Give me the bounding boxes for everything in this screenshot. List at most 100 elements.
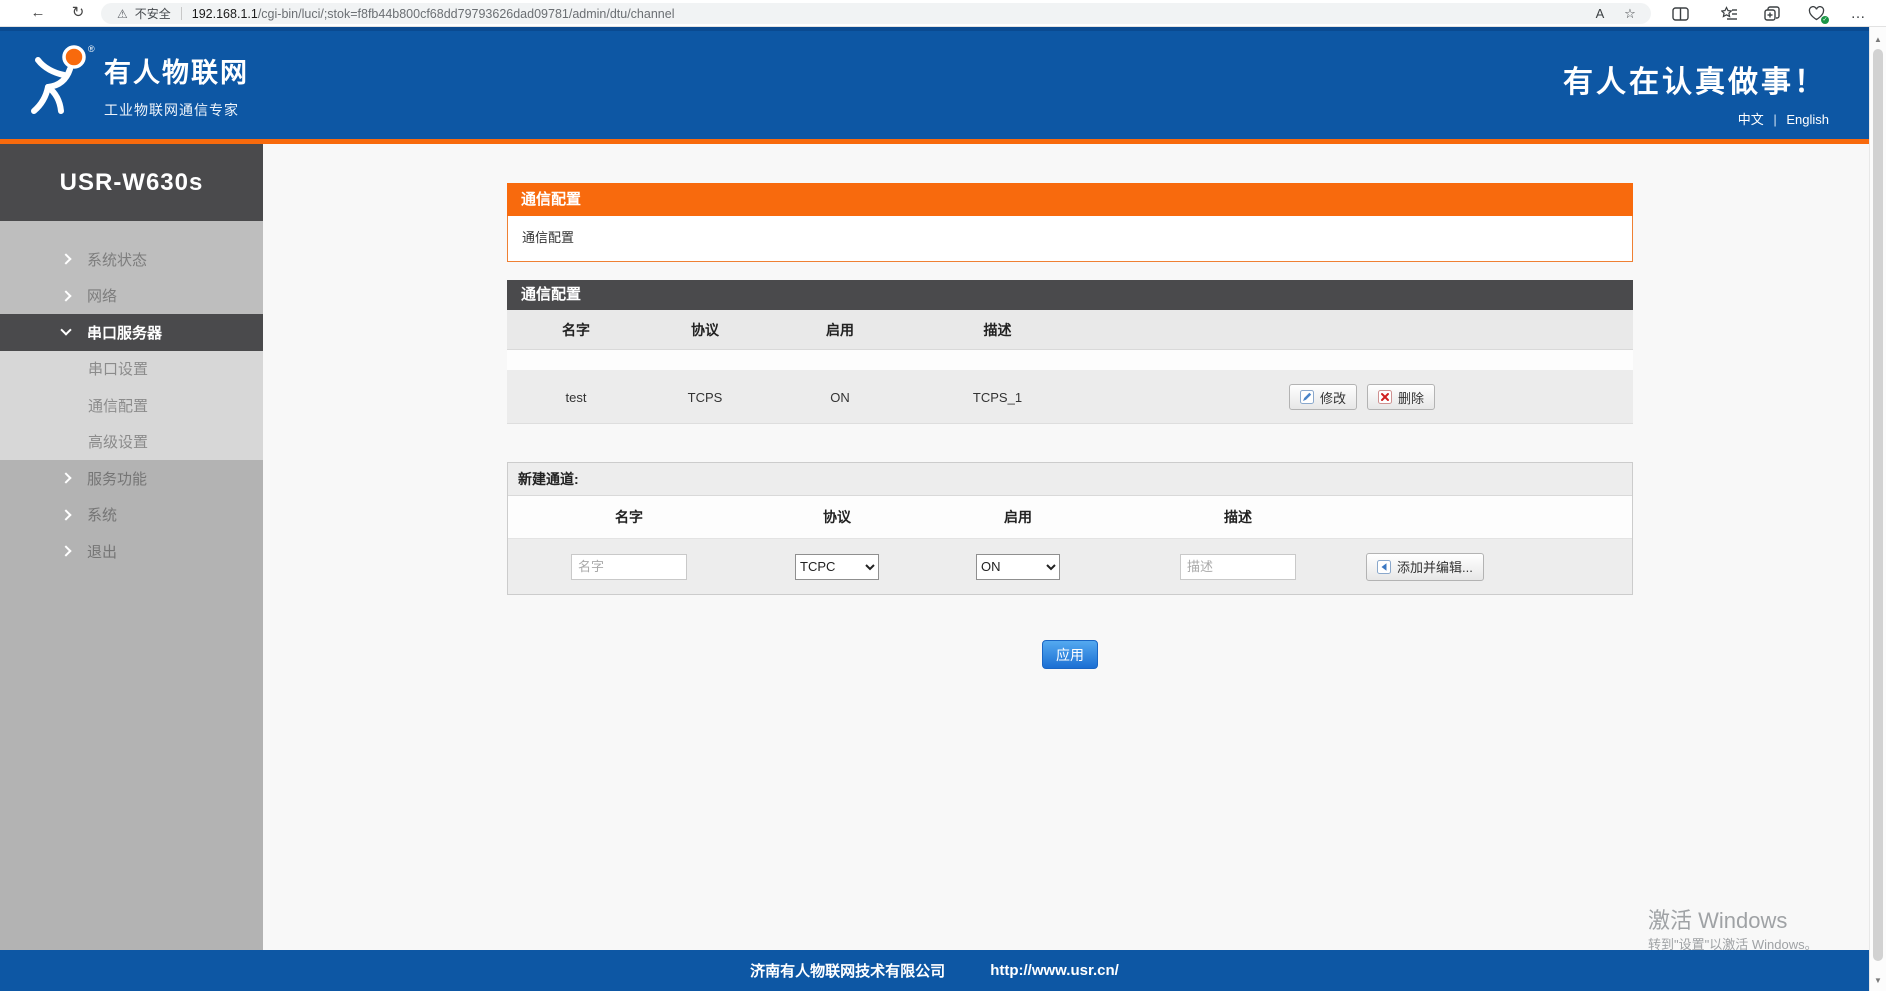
address-divider [181, 7, 182, 20]
cell-description: TCPS_1 [915, 390, 1080, 405]
sidebar-item-label: 系统 [87, 504, 117, 525]
delete-button[interactable]: 删除 [1367, 384, 1435, 410]
new-channel-input-row: TCPC ON 添加并编辑... [508, 539, 1632, 594]
new-channel-box: 新建通道: 名字 协议 启用 描述 TCPC ON 添加并编辑... [507, 462, 1633, 595]
cell-name: test [507, 390, 645, 405]
sidebar-item-logout[interactable]: 退出 [0, 533, 263, 570]
sidebar-item-label: 串口设置 [88, 358, 148, 379]
description-input[interactable] [1180, 554, 1296, 580]
device-model: USR-W630s [0, 144, 263, 221]
lang-separator: | [1773, 112, 1776, 127]
chevron-down-icon [60, 325, 71, 336]
add-edit-button[interactable]: 添加并编辑... [1366, 553, 1484, 581]
delete-x-icon [1378, 390, 1392, 404]
sidebar-item-comm-config[interactable]: 通信配置 [0, 387, 263, 424]
browser-window: ← ↻ ⚠ 不安全 192.168.1.1/cgi-bin/luci/;stok… [0, 0, 1886, 991]
edit-pencil-icon [1300, 390, 1314, 404]
warning-icon: ⚠ [117, 7, 128, 21]
favorite-star-icon[interactable]: ☆ [1615, 6, 1645, 22]
new-channel-header-row: 名字 协议 启用 描述 [508, 496, 1632, 539]
cell-actions: 修改 删除 [1080, 384, 1633, 410]
chevron-right-icon [60, 254, 71, 265]
vertical-scrollbar[interactable]: ▲ ▼ [1869, 27, 1886, 991]
footer-company: 济南有人物联网技术有限公司 [750, 960, 945, 981]
cell-enabled: ON [765, 390, 915, 405]
table-empty-row [507, 350, 1633, 371]
collections-icon[interactable] [1757, 2, 1787, 25]
scroll-up-icon[interactable]: ▲ [1870, 35, 1886, 44]
url-host: 192.168.1.1 [192, 7, 258, 21]
edit-button[interactable]: 修改 [1289, 384, 1357, 410]
col-enabled: 启用 [765, 320, 915, 340]
browser-essentials-icon[interactable]: ✓ [1801, 2, 1831, 25]
protocol-select[interactable]: TCPC [795, 554, 879, 580]
scrollbar-thumb[interactable] [1873, 49, 1883, 961]
page-title: 通信配置 [507, 183, 1633, 216]
language-switch: 中文 | English [1738, 109, 1829, 128]
site-header: ® 有人物联网 工业物联网通信专家 有人在认真做事！ 中文 | English [0, 27, 1869, 139]
registered-mark: ® [88, 44, 95, 54]
col-name: 名字 [507, 320, 645, 340]
brand-title: 有人物联网 [104, 51, 249, 90]
main-content: 通信配置 通信配置 通信配置 名字 协议 启用 描述 test TCPS ON … [263, 144, 1869, 950]
footer-website-link[interactable]: http://www.usr.cn/ [990, 962, 1119, 979]
sidebar-item-label: 高级设置 [88, 431, 148, 452]
sidebar-item-serial-server[interactable]: 串口服务器 [0, 314, 263, 351]
cell-protocol: TCPS [645, 390, 765, 405]
enable-select[interactable]: ON [976, 554, 1060, 580]
sidebar-item-system-status[interactable]: 系统状态 [0, 241, 263, 278]
col-enabled: 启用 [924, 507, 1112, 527]
sidebar-nav: USR-W630s 系统状态 网络 串口服务器 串口设置 通信配置 高级设置 服… [0, 144, 263, 950]
chevron-right-icon [60, 290, 71, 301]
col-protocol: 协议 [645, 320, 765, 340]
scroll-down-icon[interactable]: ▼ [1870, 976, 1886, 985]
new-channel-title: 新建通道: [508, 463, 1632, 496]
sidebar-item-label: 系统状态 [87, 249, 147, 270]
lang-zh-link[interactable]: 中文 [1738, 112, 1764, 127]
sidebar-item-network[interactable]: 网络 [0, 278, 263, 315]
menu-spacer [0, 221, 263, 241]
lang-en-link[interactable]: English [1786, 112, 1829, 127]
url-path: /cgi-bin/luci/;stok=f8fb44b800cf68dd7979… [258, 7, 675, 21]
sidebar-item-advanced-settings[interactable]: 高级设置 [0, 424, 263, 461]
sidebar-item-serial-settings[interactable]: 串口设置 [0, 351, 263, 388]
sidebar-item-label: 服务功能 [87, 468, 147, 489]
sidebar-item-service-function[interactable]: 服务功能 [0, 460, 263, 497]
brand-block: 有人物联网 工业物联网通信专家 [104, 51, 249, 120]
table-title: 通信配置 [507, 280, 1633, 310]
watermark-line1: 激活 Windows [1648, 906, 1818, 936]
refresh-icon[interactable]: ↻ [66, 0, 90, 27]
brand-subtitle: 工业物联网通信专家 [104, 100, 249, 120]
page-footer: 济南有人物联网技术有限公司 http://www.usr.cn/ [0, 950, 1869, 991]
browser-toolbar: ← ↻ ⚠ 不安全 192.168.1.1/cgi-bin/luci/;stok… [0, 0, 1886, 27]
add-edit-icon [1377, 560, 1391, 574]
col-protocol: 协议 [750, 507, 924, 527]
channel-table: 通信配置 名字 协议 启用 描述 test TCPS ON TCPS_1 修改 [507, 280, 1633, 424]
usr-logo-icon: ® [26, 43, 98, 127]
chevron-right-icon [60, 546, 71, 557]
apply-button[interactable]: 应用 [1042, 640, 1098, 669]
sidebar-item-label: 退出 [87, 541, 117, 562]
chevron-right-icon [60, 509, 71, 520]
add-edit-button-label: 添加并编辑... [1397, 557, 1473, 576]
delete-button-label: 删除 [1398, 388, 1424, 407]
windows-activation-watermark: 激活 Windows 转到"设置"以激活 Windows。 [1648, 906, 1818, 954]
header-slogan: 有人在认真做事！ [1563, 57, 1827, 101]
security-label[interactable]: 不安全 [135, 5, 171, 22]
sidebar-item-system[interactable]: 系统 [0, 497, 263, 534]
edit-button-label: 修改 [1320, 388, 1346, 407]
url-text[interactable]: 192.168.1.1/cgi-bin/luci/;stok=f8fb44b80… [192, 7, 1585, 21]
read-aloud-icon[interactable]: A [1585, 6, 1615, 21]
back-icon[interactable]: ← [26, 0, 50, 27]
col-description: 描述 [915, 320, 1080, 340]
table-header-row: 名字 协议 启用 描述 [507, 310, 1633, 350]
chevron-right-icon [60, 473, 71, 484]
address-bar[interactable]: ⚠ 不安全 192.168.1.1/cgi-bin/luci/;stok=f8f… [101, 3, 1651, 24]
favorites-list-icon[interactable] [1714, 2, 1744, 25]
essentials-check-badge: ✓ [1821, 16, 1829, 24]
name-input[interactable] [571, 554, 687, 580]
split-screen-icon[interactable] [1665, 2, 1695, 25]
col-name: 名字 [508, 507, 750, 527]
settings-more-icon[interactable]: … [1843, 2, 1873, 25]
page-subtitle-box: 通信配置 [507, 216, 1633, 262]
